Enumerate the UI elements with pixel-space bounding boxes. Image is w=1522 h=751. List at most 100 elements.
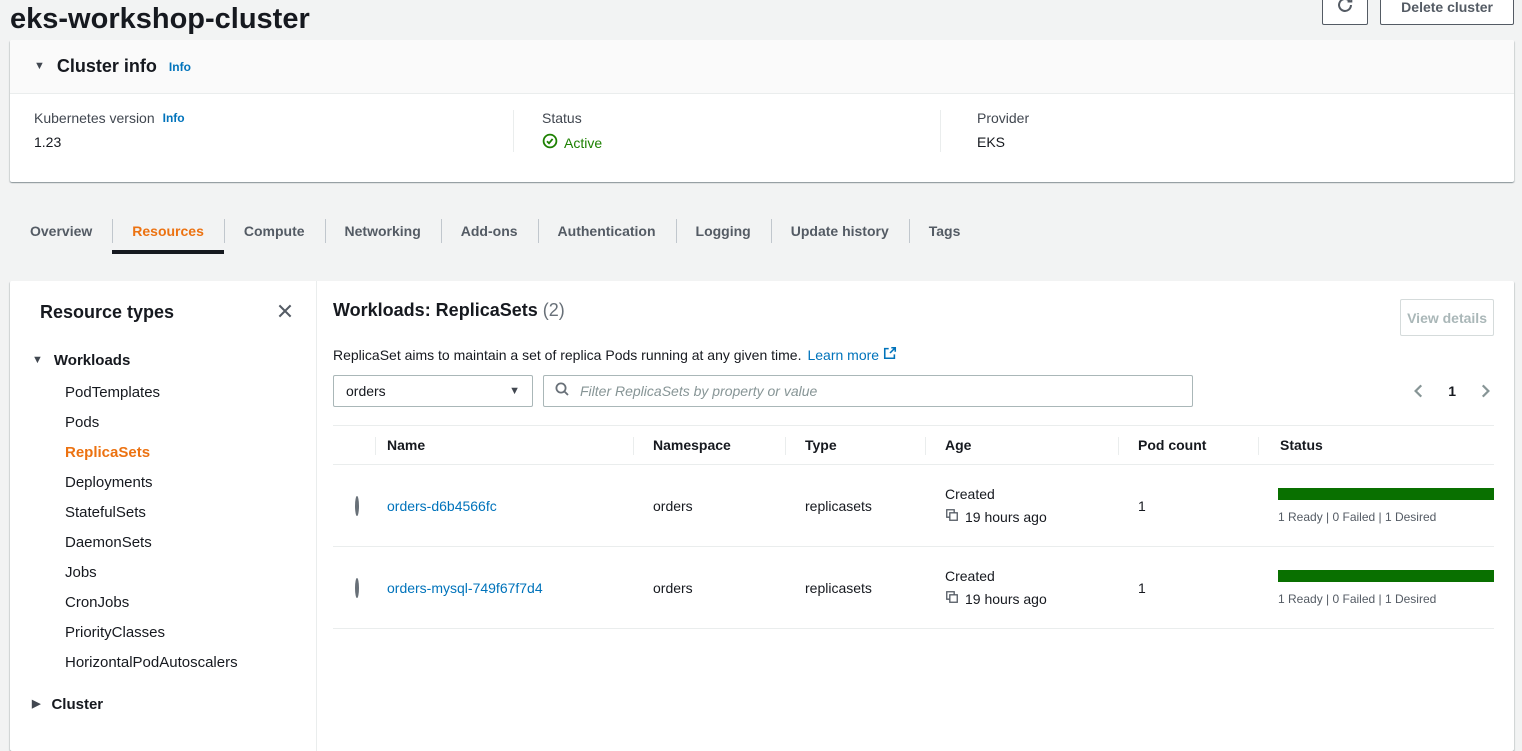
search-box — [543, 375, 1193, 407]
filter-row: orders ▼ 1 — [333, 375, 1494, 407]
header-actions: Delete cluster — [1322, 0, 1514, 25]
select-column-header — [333, 426, 375, 464]
provider-field: Provider EKS — [940, 110, 1514, 152]
row-radio-button[interactable] — [355, 578, 359, 598]
refresh-button[interactable] — [1322, 0, 1368, 25]
type-cell: replicasets — [785, 498, 925, 514]
status-progress-bar — [1278, 488, 1494, 500]
cluster-info-info-link[interactable]: Info — [169, 60, 191, 74]
sidebar-item-priorityclasses[interactable]: PriorityClasses — [65, 617, 296, 647]
sidebar-group-label: Workloads — [54, 352, 130, 369]
tab-add-ons[interactable]: Add-ons — [441, 208, 538, 254]
sidebar-items: PodTemplates Pods ReplicaSets Deployment… — [30, 377, 296, 677]
status-cell: 1 Ready | 0 Failed | 1 Desired — [1258, 570, 1494, 606]
tab-logging[interactable]: Logging — [676, 208, 771, 254]
sidebar-item-replicasets[interactable]: ReplicaSets — [65, 437, 296, 467]
age-cell: Created 19 hours ago — [925, 486, 1118, 525]
replicaset-name-link[interactable]: orders-d6b4566fc — [387, 498, 497, 514]
panel-description: ReplicaSet aims to maintain a set of rep… — [333, 346, 1494, 363]
panel-title-text: Workloads: ReplicaSets — [333, 300, 538, 320]
column-header-pod-count: Pod count — [1118, 426, 1258, 464]
refresh-icon — [1336, 0, 1354, 17]
provider-value: EKS — [977, 134, 1490, 150]
sidebar-item-cronjobs[interactable]: CronJobs — [65, 587, 296, 617]
provider-label: Provider — [977, 110, 1029, 126]
status-label: Status — [542, 110, 582, 126]
kubernetes-version-value: 1.23 — [34, 134, 489, 150]
cluster-info-body: Kubernetes version Info 1.23 Status Acti… — [10, 94, 1514, 182]
status-value: Active — [564, 135, 602, 151]
check-circle-icon — [542, 133, 558, 152]
page-title: eks-workshop-cluster — [10, 3, 310, 36]
delete-cluster-button[interactable]: Delete cluster — [1380, 0, 1514, 25]
table-header-row: Name Namespace Type Age Pod count Status — [333, 425, 1494, 465]
namespace-cell: orders — [633, 498, 785, 514]
chevron-right-icon: ▶ — [32, 699, 40, 710]
status-progress-bar — [1278, 570, 1494, 582]
kubernetes-version-info-link[interactable]: Info — [163, 111, 185, 125]
close-icon — [276, 302, 294, 323]
page-header: eks-workshop-cluster Delete cluster — [10, 0, 1514, 30]
sidebar-group-cluster[interactable]: ▶ Cluster — [30, 693, 296, 715]
chevron-down-icon: ▼ — [32, 355, 43, 366]
tab-update-history[interactable]: Update history — [771, 208, 909, 254]
age-value: 19 hours ago — [965, 591, 1047, 607]
status-cell: 1 Ready | 0 Failed | 1 Desired — [1258, 488, 1494, 524]
status-text: 1 Ready | 0 Failed | 1 Desired — [1278, 592, 1494, 606]
sidebar-group-label: Cluster — [51, 696, 103, 713]
learn-more-text: Learn more — [807, 347, 879, 363]
chevron-down-icon: ▼ — [34, 61, 45, 72]
namespace-cell: orders — [633, 580, 785, 596]
pod-count-cell: 1 — [1118, 580, 1258, 596]
learn-more-link[interactable]: Learn more — [807, 346, 897, 363]
panel-count: (2) — [543, 300, 565, 320]
pagination-current-page[interactable]: 1 — [1448, 383, 1456, 399]
age-cell: Created 19 hours ago — [925, 568, 1118, 607]
age-value: 19 hours ago — [965, 509, 1047, 525]
description-text: ReplicaSet aims to maintain a set of rep… — [333, 347, 801, 363]
sidebar-group-workloads[interactable]: ▼ Workloads — [30, 349, 296, 371]
sidebar-item-deployments[interactable]: Deployments — [65, 467, 296, 497]
column-header-age: Age — [925, 426, 1118, 464]
sidebar-item-pods[interactable]: Pods — [65, 407, 296, 437]
sidebar-item-horizontalpodautoscalers[interactable]: HorizontalPodAutoscalers — [65, 647, 296, 677]
sidebar-item-statefulsets[interactable]: StatefulSets — [65, 497, 296, 527]
view-details-button[interactable]: View details — [1400, 299, 1494, 336]
age-label: Created — [945, 568, 1118, 584]
tab-compute[interactable]: Compute — [224, 208, 325, 254]
row-radio-button[interactable] — [355, 496, 359, 516]
tab-authentication[interactable]: Authentication — [538, 208, 676, 254]
status-badge: Active — [542, 133, 916, 152]
cluster-info-header[interactable]: ▼ Cluster info Info — [10, 40, 1514, 94]
replicasets-table: Name Namespace Type Age Pod count Status… — [333, 425, 1494, 629]
search-icon — [554, 381, 570, 402]
panel-title: Workloads: ReplicaSets (2) — [333, 299, 565, 321]
pagination-prev-button[interactable] — [1410, 382, 1428, 400]
sidebar-item-podtemplates[interactable]: PodTemplates — [65, 377, 296, 407]
tab-bar: Overview Resources Compute Networking Ad… — [10, 208, 1514, 254]
dropdown-value: orders — [346, 383, 386, 399]
pagination-next-button[interactable] — [1476, 382, 1494, 400]
kubernetes-version-field: Kubernetes version Info 1.23 — [10, 110, 513, 152]
status-field: Status Active — [513, 110, 940, 152]
copy-icon[interactable] — [945, 508, 959, 525]
column-header-status: Status — [1258, 426, 1494, 464]
sidebar-item-daemonsets[interactable]: DaemonSets — [65, 527, 296, 557]
cluster-info-title: Cluster info — [57, 56, 157, 77]
column-header-type: Type — [785, 426, 925, 464]
age-label: Created — [945, 486, 1118, 502]
sidebar-item-jobs[interactable]: Jobs — [65, 557, 296, 587]
tab-overview[interactable]: Overview — [10, 208, 112, 254]
close-sidebar-button[interactable] — [274, 301, 296, 323]
namespace-filter-dropdown[interactable]: orders ▼ — [333, 375, 533, 407]
pagination: 1 — [1410, 382, 1494, 400]
tab-networking[interactable]: Networking — [325, 208, 441, 254]
resource-types-sidebar: Resource types ▼ Workloads PodTemplates … — [10, 281, 317, 751]
copy-icon[interactable] — [945, 590, 959, 607]
replicaset-name-link[interactable]: orders-mysql-749f67f7d4 — [387, 580, 543, 596]
tab-tags[interactable]: Tags — [909, 208, 981, 254]
type-cell: replicasets — [785, 580, 925, 596]
tab-resources[interactable]: Resources — [112, 208, 224, 254]
table-row: orders-mysql-749f67f7d4 orders replicase… — [333, 547, 1494, 629]
search-input[interactable] — [578, 382, 1182, 400]
